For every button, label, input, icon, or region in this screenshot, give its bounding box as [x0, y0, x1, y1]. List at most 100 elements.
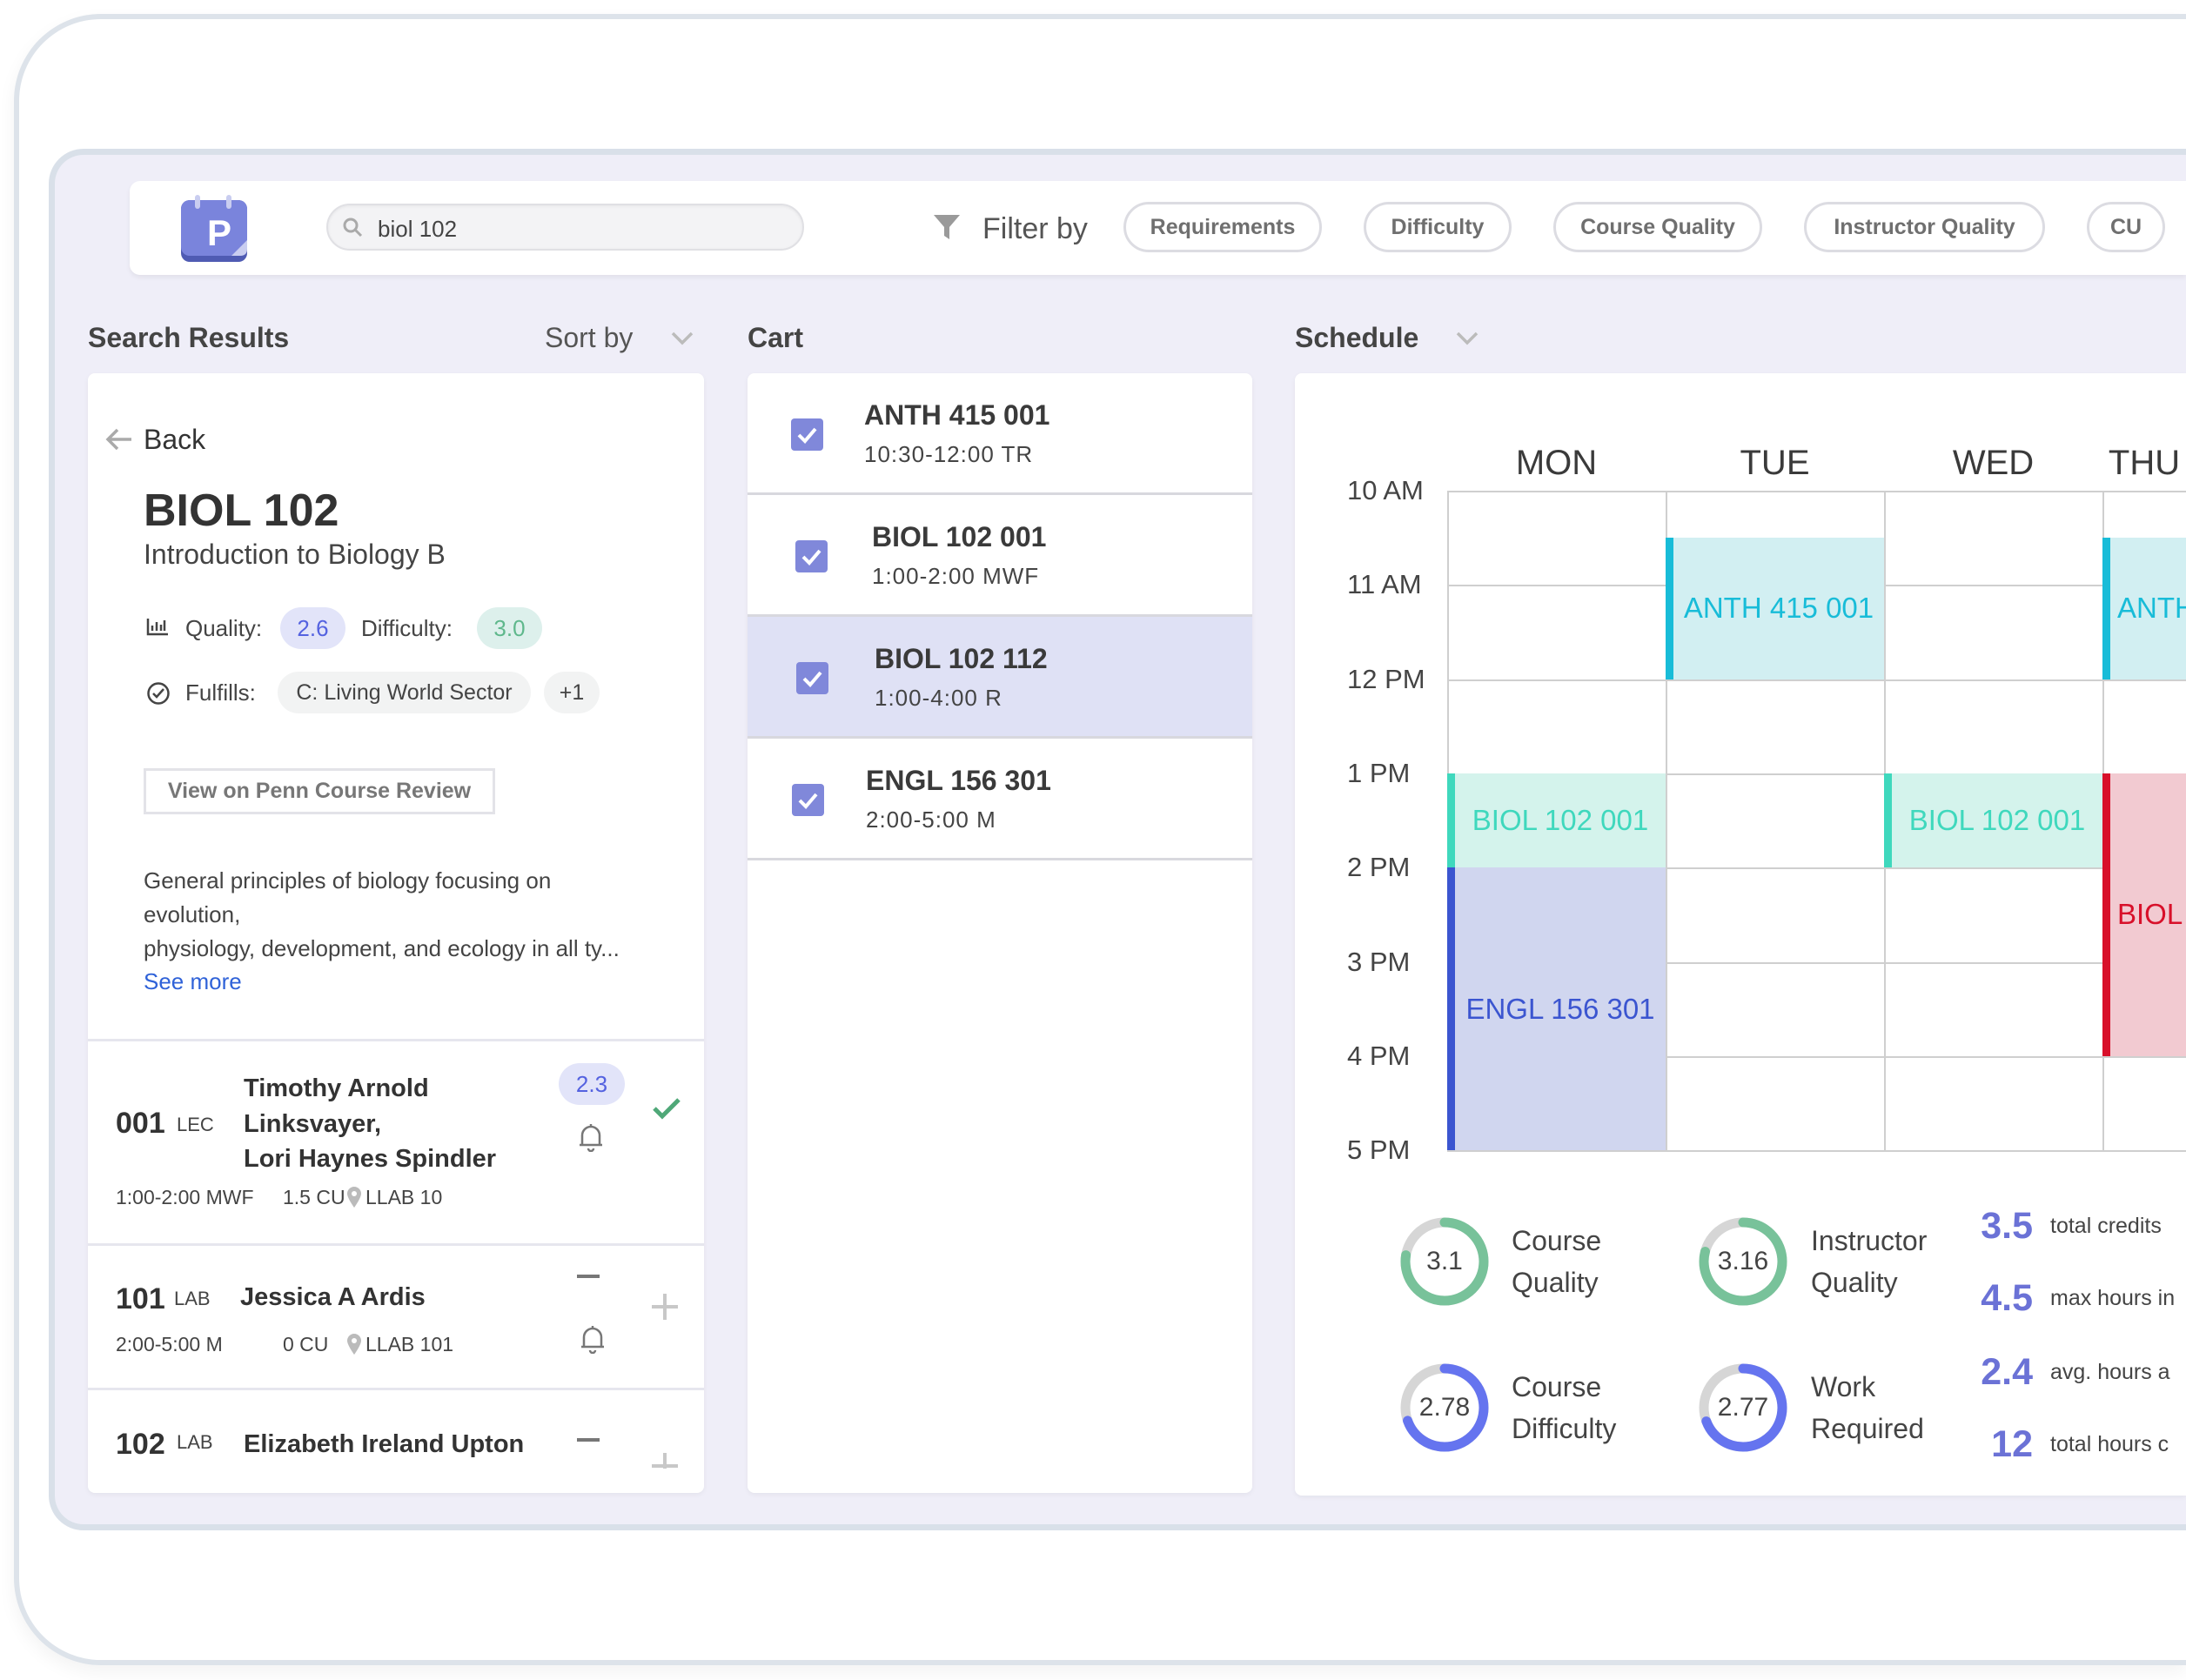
- difficulty-label: Difficulty:: [361, 615, 453, 641]
- added-checkmark-icon[interactable]: [652, 1096, 681, 1121]
- search-input[interactable]: biol 102: [326, 204, 804, 251]
- section-type: LEC: [177, 1114, 214, 1135]
- schedule-event-label: BIOL 102 112: [2117, 898, 2186, 931]
- back-link[interactable]: Back: [144, 424, 205, 456]
- section-rating-badge: 2.3: [559, 1063, 625, 1105]
- search-results-heading: Search Results: [88, 322, 290, 353]
- stat-ring-value: 3.1: [1426, 1247, 1463, 1275]
- schedule-event[interactable]: ENGL 156 301: [1447, 867, 1666, 1151]
- filter-requirements[interactable]: Requirements: [1123, 202, 1322, 252]
- instructor-name: Lori Haynes Spindler: [244, 1145, 497, 1173]
- cart-item[interactable]: BIOL 102 001 1:00-2:00 MWF: [748, 495, 1252, 617]
- schedule-event-label: ENGL 156 301: [1465, 992, 1655, 1025]
- schedule-heading[interactable]: Schedule: [1295, 322, 1418, 354]
- sort-chevron-down-icon[interactable]: [670, 331, 694, 346]
- fulfills-label: Fulfills:: [185, 679, 256, 706]
- no-rating-dash: [577, 1438, 600, 1442]
- stat-ring-label: Difficulty: [1512, 1413, 1617, 1444]
- section-number: 001: [116, 1107, 165, 1140]
- cart-item-name: ANTH 415 001: [864, 399, 1050, 431]
- day-header: THU: [2108, 444, 2181, 482]
- stat-number-label: max hours in: [2050, 1286, 2176, 1310]
- cart-item-checkbox[interactable]: [796, 662, 828, 694]
- stat-number: 2.4: [1981, 1351, 2033, 1393]
- filter-difficulty[interactable]: Difficulty: [1364, 202, 1512, 252]
- stat-number-label: total hours c: [2050, 1432, 2169, 1456]
- filter-icon: [934, 215, 960, 239]
- section-type: LAB: [174, 1288, 211, 1309]
- instructor-name: Linksvayer,: [244, 1110, 381, 1138]
- cart-item-name: ENGL 156 301: [866, 765, 1051, 796]
- description-line: evolution,: [144, 901, 241, 927]
- cart-item-time: 2:00-5:00 M: [866, 807, 996, 833]
- cart-item-checkbox[interactable]: [792, 784, 824, 816]
- schedule-event[interactable]: BIOL 102 112: [2102, 773, 2186, 1056]
- filter-cu[interactable]: CU: [2087, 202, 2165, 252]
- more-requirements-chip[interactable]: +1: [544, 672, 600, 713]
- cart-item-name: BIOL 102 112: [875, 643, 1048, 674]
- section-room: LLAB 101: [365, 1333, 454, 1355]
- requirement-chip[interactable]: C: Living World Sector: [278, 672, 531, 713]
- add-to-cart-plus-icon[interactable]: [652, 1294, 678, 1320]
- section-row-101[interactable]: 101 LAB Jessica A Ardis 2:00-5:00 M 0 CU…: [88, 1246, 704, 1388]
- section-time: 1:00-2:00 MWF: [116, 1186, 254, 1208]
- hour-gridline: [1447, 491, 2186, 492]
- stat-ring-value: 2.78: [1418, 1393, 1471, 1422]
- schedule-event[interactable]: BIOL 102 001: [1447, 773, 1666, 868]
- cart-item-checkbox[interactable]: [795, 540, 828, 572]
- section-time: 2:00-5:00 M: [116, 1333, 223, 1355]
- day-header: TUE: [1740, 444, 1810, 482]
- stat-ring-label: Instructor: [1811, 1225, 1928, 1256]
- filter-course-quality[interactable]: Course Quality: [1553, 202, 1762, 252]
- section-row-102[interactable]: 102 LAB Elizabeth Ireland Upton: [88, 1390, 704, 1493]
- filter-label: Filter by: [982, 212, 1088, 245]
- hour-label: 5 PM: [1347, 1135, 1411, 1166]
- hour-label: 4 PM: [1347, 1040, 1411, 1071]
- stat-ring-label: Quality: [1512, 1267, 1599, 1298]
- cart-item[interactable]: ENGL 156 301 2:00-5:00 M: [748, 739, 1252, 860]
- bar-chart-icon: [146, 619, 168, 636]
- checkmark-icon: [801, 549, 821, 566]
- hour-label: 1 PM: [1347, 757, 1411, 788]
- schedule-chevron-down-icon[interactable]: [1455, 331, 1479, 346]
- view-on-penn-course-review-button[interactable]: View on Penn Course Review: [144, 768, 495, 814]
- cart-item-time: 10:30-12:00 TR: [864, 441, 1034, 467]
- stat-ring-label: Work: [1811, 1371, 1876, 1402]
- filter-instructor-quality[interactable]: Instructor Quality: [1804, 202, 2045, 252]
- schedule-event[interactable]: ANTH 415 001: [2102, 538, 2186, 679]
- checkmark-icon: [798, 793, 818, 809]
- course-code: BIOL 102: [144, 485, 339, 536]
- search-results-panel: Back BIOL 102 Introduction to Biology B …: [88, 373, 704, 1493]
- schedule-event[interactable]: ANTH 415 001: [1666, 538, 1884, 679]
- bell-icon[interactable]: [577, 1122, 605, 1152]
- bell-icon[interactable]: [579, 1324, 607, 1354]
- back-arrow-icon[interactable]: [105, 427, 133, 452]
- cart-item[interactable]: BIOL 102 112 1:00-4:00 R: [748, 617, 1252, 739]
- cart-item-checkbox[interactable]: [791, 418, 823, 451]
- stat-number-label: total credits: [2050, 1214, 2162, 1238]
- checkmark-icon: [797, 427, 817, 444]
- section-number: 101: [116, 1282, 165, 1315]
- section-room: LLAB 10: [365, 1186, 443, 1208]
- cart-heading: Cart: [748, 322, 804, 353]
- add-to-cart-plus-icon[interactable]: [652, 1451, 678, 1469]
- see-more-link[interactable]: See more: [144, 968, 242, 995]
- section-type: LAB: [177, 1431, 213, 1453]
- cart-item-name: BIOL 102 001: [872, 521, 1047, 552]
- search-icon: [343, 218, 363, 238]
- hour-gridline: [1447, 1150, 2186, 1153]
- section-row-001[interactable]: 001 LEC Timothy Arnold Linksvayer, Lori …: [88, 1041, 704, 1245]
- stat-number: 12: [1991, 1423, 2033, 1465]
- instructor-name: Jessica A Ardis: [240, 1283, 426, 1311]
- schedule-panel: MON TUE WED THU 10 AM 11 AM 12 PM 1 PM 2 PM 3 PM 4…: [1295, 373, 2186, 1496]
- cart-item[interactable]: ANTH 415 001 10:30-12:00 TR: [748, 373, 1252, 495]
- description-line: physiology, development, and ecology in …: [144, 935, 620, 961]
- sort-by-dropdown[interactable]: Sort by: [545, 322, 633, 354]
- section-cu: 1.5 CU: [283, 1186, 345, 1208]
- schedule-event-label: ANTH 415 001: [2117, 592, 2186, 625]
- hour-label: 12 PM: [1347, 663, 1425, 694]
- hour-label: 10 AM: [1347, 475, 1424, 505]
- app-logo[interactable]: P: [181, 195, 247, 262]
- schedule-event[interactable]: BIOL 102 001: [1884, 773, 2102, 868]
- hour-label: 11 AM: [1347, 569, 1422, 600]
